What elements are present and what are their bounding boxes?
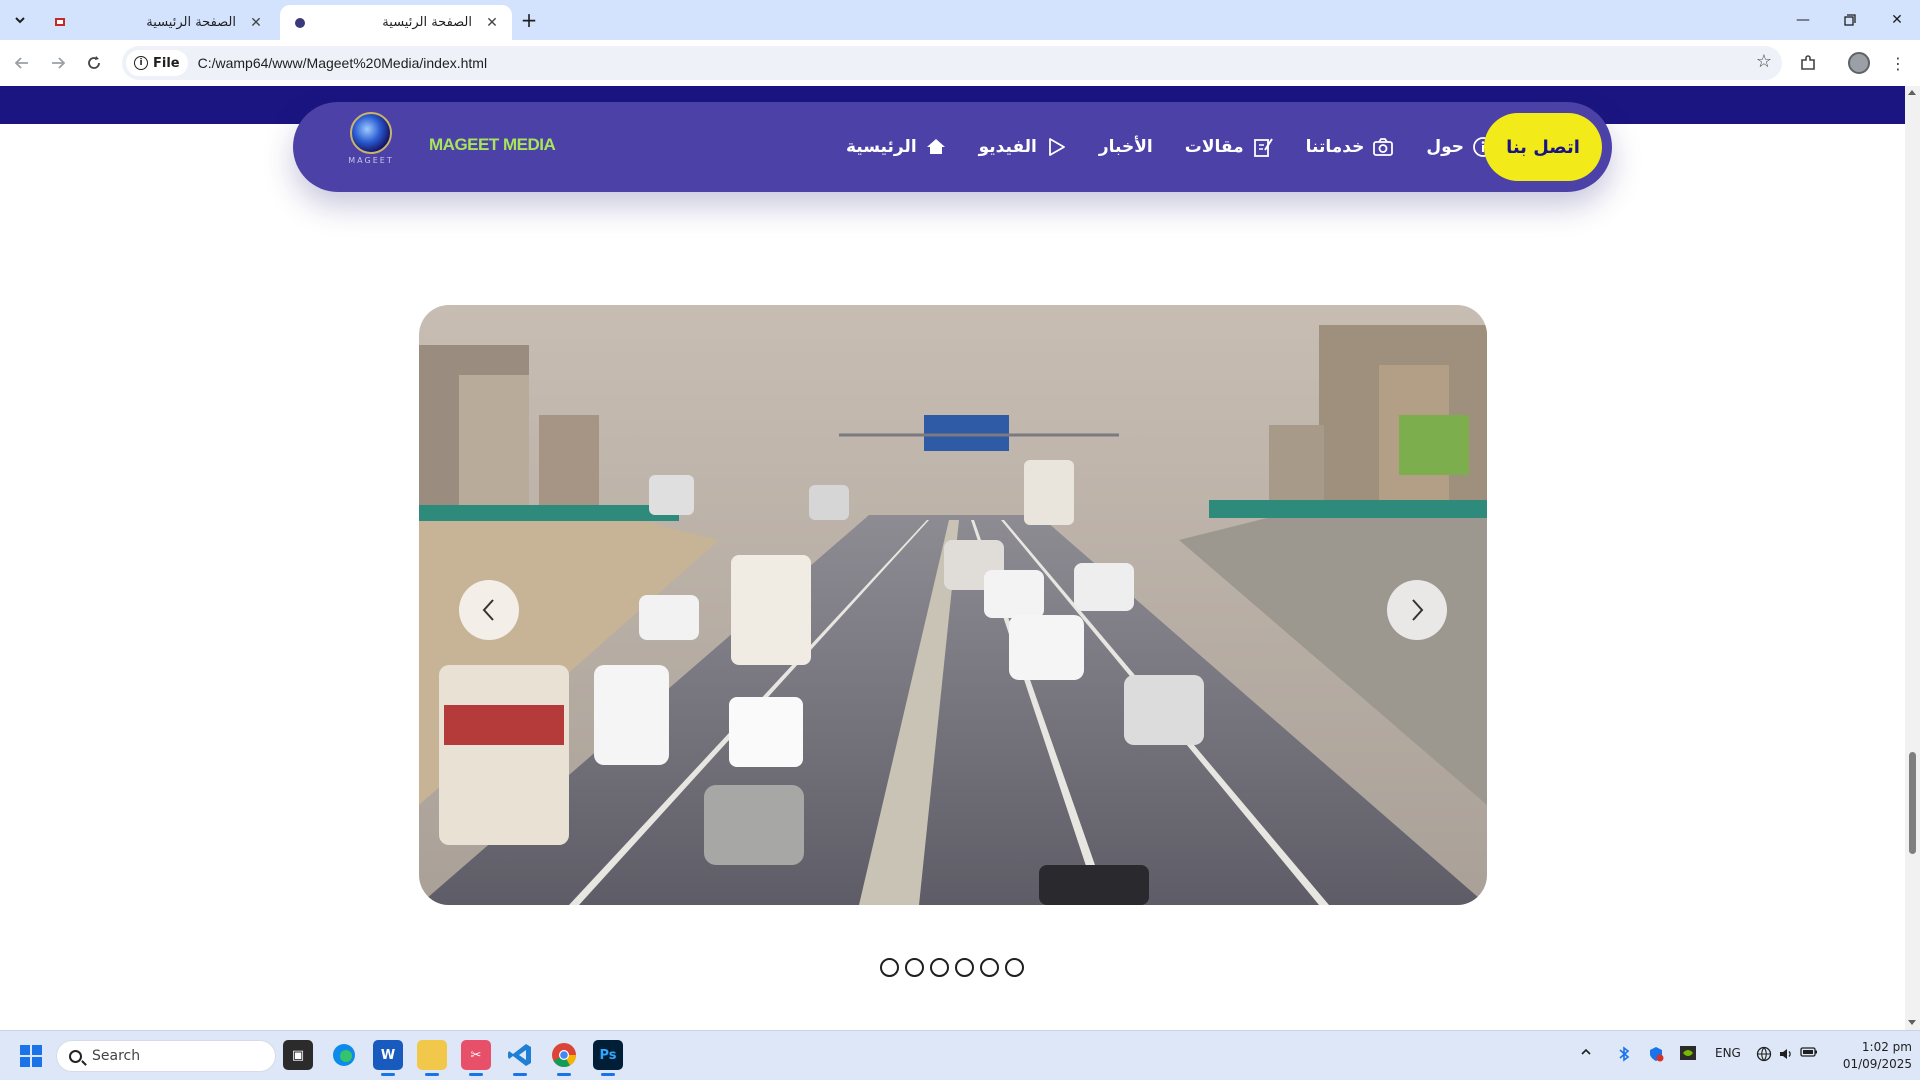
nav-item-label: الرئيسية (845, 137, 917, 157)
tab-title: الصفحة الرئيسية (146, 15, 236, 30)
new-tab-button[interactable]: + (518, 8, 540, 32)
url-text[interactable]: C:/wamp64/www/Mageet%20Media/index.html (198, 55, 487, 71)
nav-item-services[interactable]: خدماتنا (1306, 136, 1395, 158)
nav-item-label: الأخبار (1098, 137, 1153, 157)
site-logo[interactable]: MAGEET (341, 112, 401, 176)
slider-dots (880, 958, 1024, 977)
restore-icon (1844, 14, 1856, 26)
taskbar-search[interactable]: Search (56, 1040, 276, 1072)
browser-tabstrip: الصفحة الرئيسية ✕ الصفحة الرئيسية ✕ + — … (0, 0, 1920, 40)
bookmark-star-icon[interactable]: ☆ (1756, 51, 1772, 72)
volume-icon[interactable] (1778, 1046, 1794, 1062)
slider-dot[interactable] (980, 958, 999, 977)
extensions-button[interactable] (1794, 49, 1822, 77)
favicon-icon (292, 15, 308, 31)
slider-dot[interactable] (955, 958, 974, 977)
tab-search-button[interactable] (6, 8, 34, 32)
tab-active[interactable]: الصفحة الرئيسية ✕ (280, 5, 512, 40)
battery-icon[interactable] (1800, 1046, 1818, 1058)
nav-menu: حول خدماتنا مقالات الأخبار الفيديو الرئي… (846, 102, 1494, 192)
camera-icon (1372, 136, 1394, 158)
file-explorer-icon[interactable] (417, 1040, 447, 1076)
chip-label: File (153, 55, 180, 71)
slider-dot[interactable] (880, 958, 899, 977)
scrollbar-thumb[interactable] (1909, 752, 1916, 854)
nav-item-label: الفيديو (978, 137, 1037, 157)
security-icon[interactable] (1648, 1046, 1664, 1062)
chevron-down-icon (15, 17, 25, 24)
search-placeholder: Search (92, 1048, 141, 1064)
system-clock[interactable]: 1:02 pm 01/09/2025 (1836, 1039, 1912, 1073)
back-button[interactable] (8, 49, 36, 77)
search-icon (69, 1049, 82, 1063)
snipping-tool-icon[interactable]: ✂ (461, 1040, 491, 1076)
start-button[interactable] (20, 1045, 42, 1067)
slider-dot[interactable] (930, 958, 949, 977)
taskbar: Search ▣ W ✂ Ps ENG 1:02 pm 01/09/2025 (0, 1030, 1920, 1080)
slider-dot[interactable] (905, 958, 924, 977)
info-icon: i (134, 56, 148, 70)
arrow-right-icon (52, 57, 66, 69)
close-window-button[interactable]: ✕ (1874, 0, 1920, 40)
play-icon (1045, 136, 1067, 158)
address-bar[interactable]: i File C:/wamp64/www/Mageet%20Media/inde… (122, 46, 1782, 80)
close-icon[interactable]: ✕ (484, 15, 500, 31)
logo-orb-icon (350, 112, 392, 154)
chevron-right-icon (1412, 599, 1424, 621)
clock-time: 1:02 pm (1861, 1040, 1912, 1054)
image-slider (419, 305, 1487, 905)
task-view-icon[interactable]: ▣ (283, 1040, 313, 1070)
scroll-down-icon[interactable] (1908, 1020, 1916, 1025)
slider-dot[interactable] (1005, 958, 1024, 977)
brand-name[interactable]: MAGEET MEDIA (429, 135, 556, 155)
puzzle-icon (1801, 55, 1815, 70)
nav-item-label: مقالات (1184, 137, 1244, 157)
restore-button[interactable] (1827, 0, 1873, 40)
slider-next-button[interactable] (1387, 580, 1447, 640)
page-viewport: MAGEET MAGEET MEDIA حول خدماتنا مقالات ا… (0, 86, 1905, 1030)
edge-icon[interactable] (329, 1040, 359, 1070)
page-scrollbar[interactable] (1905, 86, 1920, 1030)
nav-item-articles[interactable]: مقالات (1185, 136, 1274, 158)
photoshop-icon[interactable]: Ps (593, 1040, 623, 1076)
windows-logo-icon (20, 1045, 30, 1055)
nav-item-video[interactable]: الفيديو (979, 136, 1067, 158)
language-indicator[interactable]: ENG (1715, 1046, 1741, 1060)
network-icon[interactable] (1756, 1046, 1772, 1062)
close-icon[interactable]: ✕ (248, 15, 264, 31)
scroll-up-icon[interactable] (1908, 90, 1916, 95)
browser-menu-button[interactable]: ⋮ (1884, 49, 1912, 77)
chevron-up-icon[interactable] (1580, 1046, 1592, 1058)
home-icon (925, 136, 947, 158)
arrow-left-icon (14, 57, 28, 69)
logo-text: MAGEET (348, 156, 394, 165)
site-navbar: MAGEET MAGEET MEDIA حول خدماتنا مقالات ا… (293, 102, 1612, 192)
reload-icon (88, 56, 100, 69)
contact-us-button[interactable]: اتصل بنا (1484, 113, 1602, 181)
chrome-icon[interactable] (549, 1040, 579, 1076)
forward-button[interactable] (44, 49, 72, 77)
clock-date: 01/09/2025 (1842, 1057, 1912, 1071)
browser-toolbar: i File C:/wamp64/www/Mageet%20Media/inde… (0, 40, 1920, 86)
minimize-button[interactable]: — (1780, 0, 1826, 40)
favicon-icon (52, 15, 68, 31)
profile-avatar[interactable] (1848, 52, 1870, 74)
tab-title: الصفحة الرئيسية (382, 15, 472, 30)
slider-prev-button[interactable] (459, 580, 519, 640)
nav-item-label: خدماتنا (1305, 137, 1365, 157)
word-icon[interactable]: W (373, 1040, 403, 1076)
tab-inactive[interactable]: الصفحة الرئيسية ✕ (40, 5, 276, 40)
nvidia-icon[interactable] (1680, 1046, 1696, 1060)
chevron-left-icon (482, 599, 494, 621)
edit-icon (1252, 136, 1274, 158)
nav-item-news[interactable]: الأخبار (1099, 137, 1153, 157)
nav-item-home[interactable]: الرئيسية (846, 136, 947, 158)
bluetooth-icon[interactable] (1618, 1046, 1630, 1062)
vscode-icon[interactable] (505, 1040, 535, 1076)
reload-button[interactable] (80, 49, 108, 77)
slide-image (419, 305, 1487, 905)
site-info-chip[interactable]: i File (126, 50, 188, 76)
nav-item-label: حول (1426, 137, 1464, 157)
